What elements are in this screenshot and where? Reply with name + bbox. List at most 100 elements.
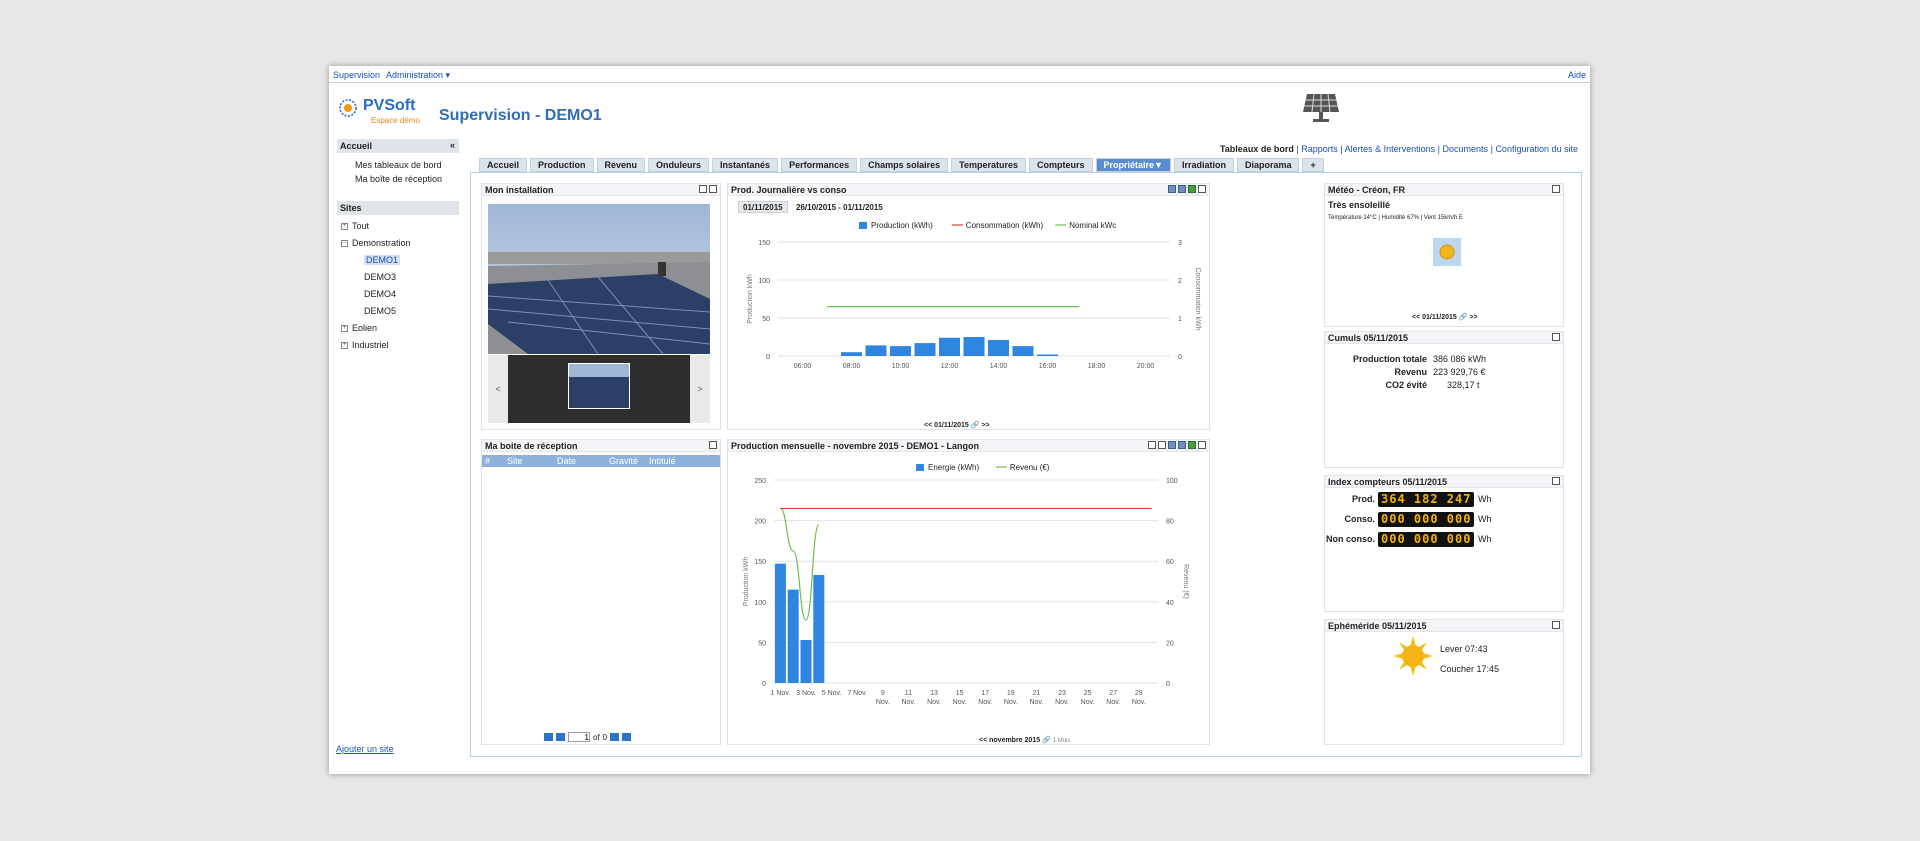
sep: | — [1437, 144, 1441, 154]
prev-photo-button[interactable]: < — [488, 355, 508, 423]
sunset: Coucher 17:45 — [1440, 664, 1500, 674]
maximize-icon[interactable] — [1552, 621, 1560, 629]
cumul-row: CO2 évité 328,17 t — [1325, 380, 1563, 393]
tree-node-demo4[interactable]: DEMO4 — [341, 286, 459, 303]
tab-production[interactable]: Production — [530, 158, 594, 172]
photo-thumbnail[interactable] — [568, 363, 630, 409]
table-icon[interactable] — [1168, 185, 1176, 193]
counter-display: 364 182 247 — [1378, 492, 1475, 507]
tab-revenu[interactable]: Revenu — [596, 158, 646, 172]
monthly-date-nav[interactable]: << novembre 2015 🔗 1 Mois — [979, 736, 1070, 744]
last-page-icon[interactable] — [622, 733, 632, 741]
top-menu-bar: Supervision Administration ▾ Aide — [329, 66, 1590, 83]
expand-icon[interactable]: + — [341, 325, 348, 333]
tab-accueil[interactable]: Accueil — [479, 158, 528, 172]
daily-date-nav[interactable]: << 01/11/2015 🔗 >> — [924, 421, 990, 429]
sep: | — [1490, 144, 1493, 154]
excel-icon[interactable] — [1188, 185, 1196, 193]
tab-day[interactable]: 01/11/2015 — [738, 201, 788, 213]
tab-onduleurs[interactable]: Onduleurs — [648, 158, 710, 172]
maximize-icon[interactable] — [1552, 333, 1560, 341]
tab-add[interactable]: + — [1302, 158, 1324, 172]
edit-icon[interactable] — [1158, 441, 1166, 449]
cumul-row: Production totale 386 086 kWh — [1325, 354, 1563, 367]
link-documents[interactable]: Documents — [1443, 144, 1489, 154]
sidebar-item-tableaux[interactable]: Mes tableaux de bord — [337, 157, 459, 171]
col-intitule[interactable]: Intitulé — [649, 456, 676, 466]
col-num[interactable]: # — [485, 456, 490, 466]
tree-label: Eolien — [352, 323, 378, 333]
tab-proprietaire[interactable]: Propriétaire▼ — [1095, 158, 1171, 172]
settings-icon[interactable] — [1178, 441, 1186, 449]
tree-node-industriel[interactable]: + Industriel — [341, 337, 459, 354]
col-site[interactable]: Site — [507, 456, 523, 466]
y2-tick-label: 2 — [1178, 278, 1182, 285]
y-tick-label: 150 — [758, 240, 770, 247]
col-gravite[interactable]: Gravité — [609, 456, 638, 466]
page-input[interactable] — [568, 732, 590, 742]
x-tick-label: 18:00 — [1088, 363, 1106, 370]
link-alertes[interactable]: Alertes & Interventions — [1345, 144, 1436, 154]
menu-aide[interactable]: Aide — [1568, 70, 1586, 80]
tree-node-eolien[interactable]: + Eolien — [341, 320, 459, 337]
bar — [963, 337, 985, 356]
widget-title: Mon installation — [485, 185, 554, 195]
first-page-icon[interactable] — [544, 733, 553, 741]
col-date[interactable]: Date — [557, 456, 576, 466]
tree-node-demo5[interactable]: DEMO5 — [341, 303, 459, 320]
cumul-row: Revenu 223 929,76 € — [1325, 367, 1563, 380]
tree-node-demonstration[interactable]: − Demonstration — [341, 235, 459, 252]
tree-node-tout[interactable]: + Tout — [341, 218, 459, 235]
tab-irradiation[interactable]: Irradiation — [1173, 158, 1234, 172]
menu-supervision[interactable]: Supervision — [333, 70, 380, 80]
maximize-icon[interactable] — [1552, 185, 1560, 193]
tab-champs-solaires[interactable]: Champs solaires — [860, 158, 949, 172]
tab-week[interactable]: 26/10/2015 - 01/11/2015 — [791, 201, 888, 213]
menu-administration[interactable]: Administration ▾ — [386, 70, 450, 80]
maximize-icon[interactable] — [1198, 185, 1206, 193]
x-tick-label: 21 — [1033, 690, 1041, 697]
expand-icon[interactable]: + — [341, 342, 348, 350]
link-tableaux-de-bord[interactable]: Tableaux de bord — [1220, 144, 1294, 154]
link-rapports[interactable]: Rapports — [1301, 144, 1338, 154]
x-tick-label: Nov. — [978, 699, 992, 706]
x-tick-label: Nov. — [1004, 699, 1018, 706]
table-icon[interactable] — [1168, 441, 1176, 449]
bar — [841, 352, 862, 356]
dashboard-area: Mon installation < > Ma boite de récepti… — [470, 172, 1582, 757]
tree-node-demo1[interactable]: DEMO1 — [341, 252, 459, 269]
settings-icon[interactable] — [1178, 185, 1186, 193]
collapse-icon[interactable]: − — [341, 240, 348, 248]
maximize-icon[interactable] — [1198, 441, 1206, 449]
collapse-sidebar-button[interactable]: « — [450, 140, 455, 150]
tab-instantanes[interactable]: Instantanés — [712, 158, 779, 172]
x-tick-label: Nov. — [1132, 699, 1146, 706]
cumul-label: Revenu — [1394, 367, 1427, 377]
bar — [787, 589, 799, 683]
link-configuration[interactable]: Configuration du site — [1495, 144, 1578, 154]
widget-monthly-production: Production mensuelle - novembre 2015 - D… — [727, 439, 1210, 745]
maximize-icon[interactable] — [709, 441, 717, 449]
site-links: Tableaux de bord | Rapports | Alertes & … — [1220, 144, 1578, 154]
tab-compteurs[interactable]: Compteurs — [1028, 158, 1093, 172]
expand-icon[interactable]: + — [341, 223, 348, 231]
tree-node-demo3[interactable]: DEMO3 — [341, 269, 459, 286]
sidebar-item-boite[interactable]: Ma boîte de réception — [337, 171, 459, 185]
counter-unit: Wh — [1478, 514, 1492, 524]
widget-title: Cumuls 05/11/2015 — [1328, 333, 1409, 343]
tab-temperatures[interactable]: Temperatures — [951, 158, 1026, 172]
next-photo-button[interactable]: > — [690, 355, 710, 423]
tab-diaporama[interactable]: Diaporama — [1236, 158, 1300, 172]
tab-performances[interactable]: Performances — [781, 158, 858, 172]
next-page-icon[interactable] — [610, 733, 620, 741]
print-icon[interactable] — [1148, 441, 1156, 449]
pvsoft-logo[interactable]: PVSoft Espace démo — [337, 94, 427, 130]
legend-swatch — [859, 222, 867, 229]
meteo-date-nav[interactable]: << 01/11/2015 🔗 >> — [1412, 313, 1478, 321]
excel-icon[interactable] — [1188, 441, 1196, 449]
maximize-icon[interactable] — [1552, 477, 1560, 485]
prev-page-icon[interactable] — [556, 733, 565, 741]
edit-icon[interactable] — [699, 185, 707, 193]
add-site-link[interactable]: Ajouter un site — [336, 744, 394, 754]
maximize-icon[interactable] — [709, 185, 717, 193]
